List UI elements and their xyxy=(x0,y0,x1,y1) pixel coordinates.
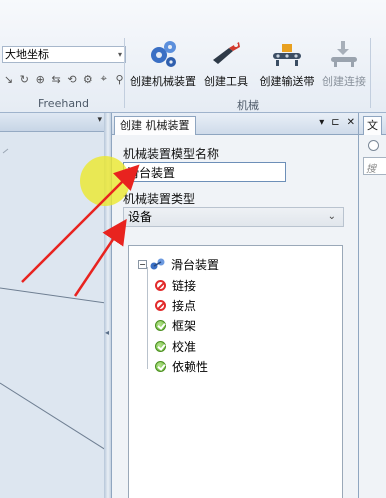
check-icon xyxy=(155,340,166,352)
coordinate-system-value: 大地坐标 xyxy=(5,48,49,61)
right-panel-search-input[interactable]: 搜 xyxy=(363,157,386,175)
linear-icon[interactable]: ⇆ xyxy=(50,73,63,86)
conveyor-icon xyxy=(273,44,301,66)
create-connection-label: 创建连接 xyxy=(322,75,366,88)
panel-header: 创建 机械装置 ▾ ⊏ ✕ xyxy=(112,113,359,135)
check-icon xyxy=(155,360,166,372)
gears-icon xyxy=(151,41,176,67)
tool-icon xyxy=(213,42,240,64)
cursor-highlight xyxy=(80,156,130,206)
reorient-icon[interactable]: ⟲ xyxy=(66,73,79,86)
group-separator xyxy=(124,38,125,108)
panel-controls: ▾ ⊏ ✕ xyxy=(319,117,355,128)
coordinate-system-select[interactable]: 大地坐标 ▾ xyxy=(2,46,126,63)
panel-tab-create-mechanism[interactable]: 创建 机械装置 xyxy=(114,116,196,135)
tree-item-links[interactable]: 链接 xyxy=(155,276,196,294)
mechanism-tree: − 滑台装置 链接 接点 框架 校准 依赖性 xyxy=(128,245,343,498)
collapse-icon[interactable]: − xyxy=(138,259,147,269)
pin-icon[interactable]: ⊏ xyxy=(331,117,339,128)
rotate-icon[interactable]: ↻ xyxy=(18,73,31,86)
chevron-down-icon: ⌄ xyxy=(327,211,336,222)
mechanism-group-label: 机械 xyxy=(237,99,259,112)
error-icon xyxy=(155,299,166,311)
jog-joint-icon[interactable]: ⚙ xyxy=(81,73,94,86)
tree-guide-line xyxy=(147,267,148,369)
tree-item-label: 校准 xyxy=(172,339,197,354)
create-mechanism-label: 创建机械装置 xyxy=(130,75,196,88)
create-connection-button[interactable]: 创建连接 xyxy=(319,38,369,92)
tree-item-frames[interactable]: 框架 xyxy=(155,316,196,334)
mechanism-type-label: 机械装置类型 xyxy=(123,192,196,206)
chevron-down-icon: ▾ xyxy=(117,50,122,59)
check-icon xyxy=(155,319,166,331)
model-name-label: 机械装置模型名称 xyxy=(123,147,220,161)
tree-item-label: 框架 xyxy=(172,318,197,333)
create-conveyor-button[interactable]: 创建输送带 xyxy=(257,38,317,92)
freehand-toolbar: ↘ ↻ ⊕ ⇆ ⟲ ⚙ ⌖ ⚲ xyxy=(2,70,126,88)
close-icon[interactable]: ✕ xyxy=(347,117,355,128)
ribbon: 大地坐标 ▾ ↘ ↻ ⊕ ⇆ ⟲ ⚙ ⌖ ⚲ Freehand 创建机械装置 创… xyxy=(0,0,386,113)
dropdown-arrow-icon[interactable]: ▾ xyxy=(319,117,324,128)
tree-item-dependencies[interactable]: 依赖性 xyxy=(155,357,208,375)
create-mechanism-button[interactable]: 创建机械装置 xyxy=(128,38,198,92)
model-name-input[interactable] xyxy=(123,162,286,182)
jog-icon[interactable]: ⊕ xyxy=(34,73,47,86)
freehand-group-label: Freehand xyxy=(38,97,90,110)
move-icon[interactable]: ↘ xyxy=(2,73,15,86)
create-tool-label: 创建工具 xyxy=(204,75,248,88)
splitter-grip-icon: ◂ xyxy=(105,328,110,337)
radio-button[interactable] xyxy=(368,140,379,151)
group-separator xyxy=(370,38,371,108)
right-panel: 文 搜 xyxy=(358,113,386,498)
right-panel-tab[interactable]: 文 xyxy=(363,116,382,135)
tree-item-label: 依赖性 xyxy=(172,359,209,374)
mechanism-type-value: 设备 xyxy=(128,210,153,224)
tree-item-label: 链接 xyxy=(172,278,197,293)
create-tool-button[interactable]: 创建工具 xyxy=(200,38,252,92)
jog-reorient-icon[interactable]: ⌖ xyxy=(97,72,110,86)
connection-icon xyxy=(331,41,357,67)
tree-item-calibration[interactable]: 校准 xyxy=(155,337,196,355)
create-conveyor-label: 创建输送带 xyxy=(259,75,315,88)
tree-item-label: 接点 xyxy=(172,298,197,313)
tree-root-label: 滑台装置 xyxy=(171,257,220,272)
tree-root[interactable]: − 滑台装置 xyxy=(138,255,219,273)
error-icon xyxy=(155,279,166,291)
right-panel-header: 文 xyxy=(359,113,386,135)
mechanism-type-select[interactable]: 设备 ⌄ xyxy=(123,207,344,227)
tree-item-joints[interactable]: 接点 xyxy=(155,296,196,314)
mechanism-node-icon xyxy=(150,258,165,270)
